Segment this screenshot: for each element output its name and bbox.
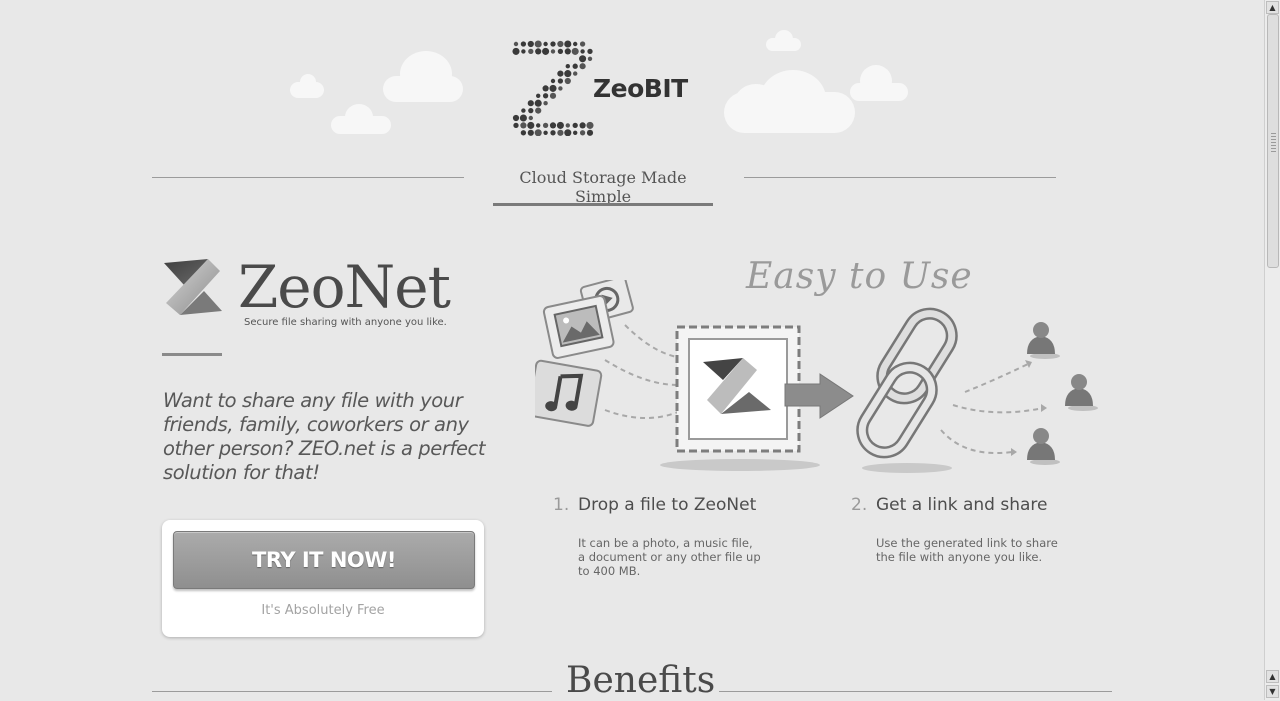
music-file-icon [527, 359, 603, 427]
benefits-heading: Benefits [566, 660, 716, 701]
user-icon [1027, 428, 1060, 465]
user-icon [1065, 374, 1098, 411]
scroll-up-button[interactable]: ▲ [1266, 1, 1279, 14]
scroll-thumb[interactable] [1267, 14, 1279, 268]
product-subtitle: Secure file sharing with anyone you like… [244, 317, 447, 328]
chain-link-icon [856, 307, 958, 473]
divider [719, 691, 1112, 692]
step-number: 1. [553, 495, 570, 515]
tagline-underline [493, 203, 713, 206]
user-icon [1027, 322, 1060, 359]
step-number: 2. [851, 495, 868, 515]
divider [152, 691, 552, 692]
divider [744, 177, 1056, 178]
step-description: Use the generated link to share the file… [876, 536, 1058, 564]
divider [162, 353, 222, 356]
cta-note: It's Absolutely Free [261, 603, 385, 618]
brand-name: ZeoBIT [593, 74, 688, 103]
cta-card: TRY IT NOW! It's Absolutely Free [162, 520, 484, 637]
vertical-scrollbar[interactable]: ▲ ▲ ▼ [1264, 0, 1280, 700]
photo-file-icon [542, 295, 615, 359]
scroll-up-button[interactable]: ▲ [1266, 670, 1279, 683]
divider [152, 177, 464, 178]
step-title: Drop a file to ZeoNet [578, 495, 757, 515]
how-it-works-illustration [527, 275, 1110, 475]
pitch-text: Want to share any file with your friends… [163, 389, 486, 484]
step-description: It can be a photo, a music file, a docum… [578, 536, 761, 578]
zeonet-logo-icon [162, 257, 224, 321]
tagline: Cloud Storage Made Simple [519, 168, 687, 206]
zeobit-logo-icon [512, 40, 594, 137]
try-it-now-button[interactable]: TRY IT NOW! [173, 531, 475, 589]
step-title: Get a link and share [876, 495, 1048, 515]
product-name: ZeoNet [238, 253, 451, 321]
scroll-down-button[interactable]: ▼ [1266, 685, 1279, 698]
